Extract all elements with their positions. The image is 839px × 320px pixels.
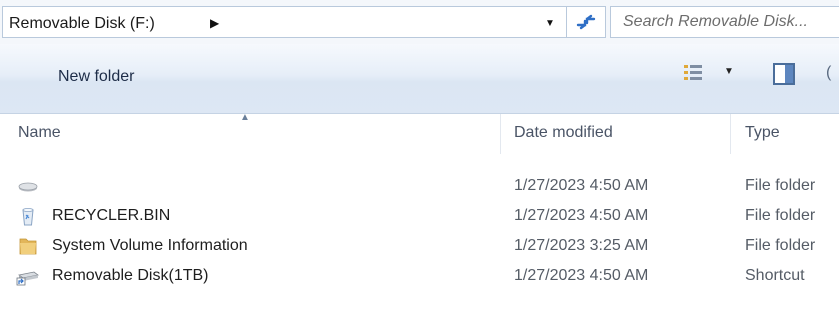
address-bar[interactable]: Removable Disk (F:) ▶ ▼ xyxy=(2,6,566,38)
change-view-button[interactable]: ▼ xyxy=(682,63,742,87)
file-row[interactable]: Removable Disk(1TB) 1/27/2023 4:50 AM Sh… xyxy=(0,261,839,291)
breadcrumb-chevron-icon[interactable]: ▶ xyxy=(210,16,219,30)
new-folder-button[interactable]: New folder xyxy=(58,68,134,86)
file-date-modified: 1/27/2023 4:50 AM xyxy=(514,177,649,194)
command-bar: New folder ▼ ( xyxy=(0,44,839,114)
drive-icon xyxy=(18,182,38,192)
file-type: Shortcut xyxy=(745,267,805,284)
file-date-modified: 1/27/2023 3:25 AM xyxy=(514,237,649,254)
file-name: Removable Disk(1TB) xyxy=(52,267,209,284)
column-header-name[interactable]: Name xyxy=(18,124,61,142)
address-bar-row: Removable Disk (F:) ▶ ▼ xyxy=(0,0,839,44)
address-dropdown-icon[interactable]: ▼ xyxy=(545,18,555,29)
column-divider[interactable] xyxy=(730,114,731,154)
refresh-button[interactable] xyxy=(566,6,606,38)
sort-ascending-icon: ▲ xyxy=(240,112,250,123)
preview-pane-button[interactable] xyxy=(772,62,796,86)
file-type: File folder xyxy=(745,237,816,254)
file-row[interactable]: RECYCLER.BIN 1/27/2023 4:50 AM File fold… xyxy=(0,201,839,231)
search-box[interactable] xyxy=(610,6,839,38)
column-divider[interactable] xyxy=(500,114,501,154)
folder-icon xyxy=(19,238,37,255)
file-type: File folder xyxy=(745,207,816,224)
preview-pane-icon xyxy=(773,63,795,85)
refresh-icon xyxy=(576,14,596,30)
shortcut-drive-icon xyxy=(16,271,39,286)
breadcrumb-removable-disk[interactable]: Removable Disk (F:) xyxy=(9,15,155,33)
file-name: RECYCLER.BIN xyxy=(52,207,171,224)
file-list: 1/27/2023 4:50 AM File folder RECYCLER.B… xyxy=(0,171,839,291)
file-type: File folder xyxy=(745,177,816,194)
file-row[interactable]: 1/27/2023 4:50 AM File folder xyxy=(0,171,839,201)
help-button-partial[interactable]: ( xyxy=(826,64,831,82)
file-name: System Volume Information xyxy=(52,237,248,254)
file-row[interactable]: System Volume Information 1/27/2023 3:25… xyxy=(0,231,839,261)
column-headers: ▲ Name Date modified Type xyxy=(0,112,839,158)
recycle-bin-icon xyxy=(22,208,34,226)
column-header-type[interactable]: Type xyxy=(745,124,780,142)
file-date-modified: 1/27/2023 4:50 AM xyxy=(514,207,649,224)
column-header-date-modified[interactable]: Date modified xyxy=(514,124,613,142)
details-view-icon xyxy=(684,65,702,80)
view-dropdown-icon[interactable]: ▼ xyxy=(724,66,734,77)
file-date-modified: 1/27/2023 4:50 AM xyxy=(514,267,649,284)
search-input[interactable] xyxy=(611,7,839,37)
